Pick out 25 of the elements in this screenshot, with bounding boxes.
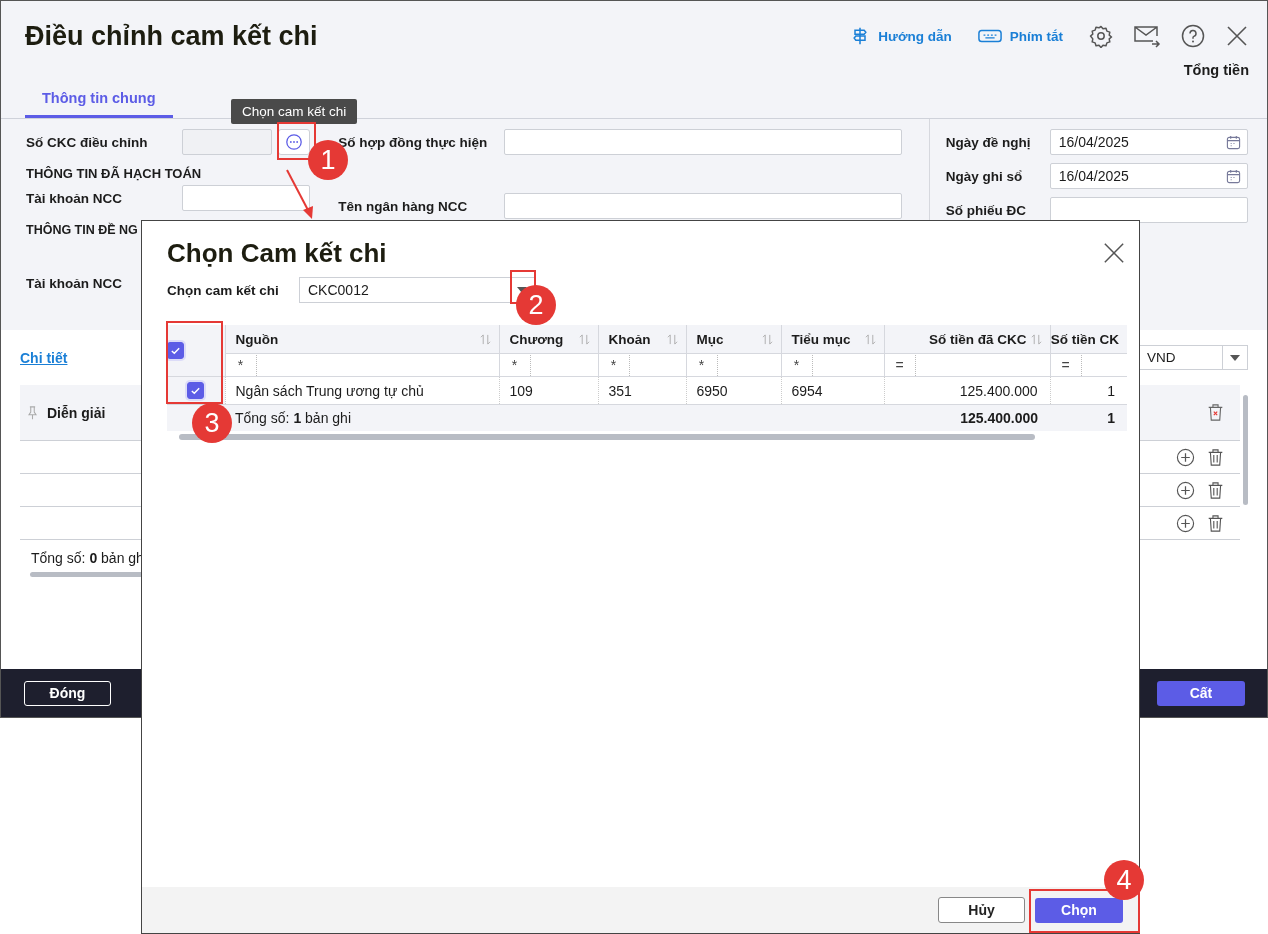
- field-label: Tài khoản NCC: [26, 275, 123, 291]
- total-amount: 1: [1107, 410, 1115, 426]
- record-count: Tổng số: 1 bản ghi: [235, 410, 351, 426]
- field-label: Ngày ghi sổ: [945, 168, 1024, 184]
- field-label: Số phiếu ĐC: [945, 202, 1028, 218]
- table-cell: 109: [509, 382, 533, 399]
- field-label: Chọn cam kết chi: [167, 282, 280, 298]
- table-cell: Ngân sách Trung ương tự chủ: [235, 382, 424, 399]
- dialog-title: Chọn Cam kết chi: [167, 237, 387, 269]
- section-heading: THÔNG TIN ĐỀ NG: [26, 221, 139, 239]
- table-cell: 6954: [791, 382, 823, 399]
- field-label: Tài khoản NCC: [26, 190, 123, 206]
- section-heading: THÔNG TIN ĐÃ HẠCH TOÁN: [26, 165, 203, 183]
- window-title: Điều chỉnh cam kết chi: [25, 20, 319, 52]
- field-label: Số CKC điều chỉnh: [26, 134, 149, 150]
- table-cell: 125.400.000: [959, 382, 1038, 399]
- total-label: Tổng tiền: [1183, 62, 1249, 78]
- table-cell: 351: [608, 382, 632, 399]
- total-amount: 125.400.000: [960, 410, 1038, 426]
- column-header: Diễn giải: [47, 404, 106, 421]
- tooltip: Chọn cam kết chi: [231, 99, 358, 124]
- table-cell: 1: [1107, 382, 1115, 399]
- field-label: Ngày đề nghị: [945, 134, 1032, 150]
- field-label: Tên ngân hàng NCC: [338, 198, 469, 214]
- table-cell: 6950: [696, 382, 728, 399]
